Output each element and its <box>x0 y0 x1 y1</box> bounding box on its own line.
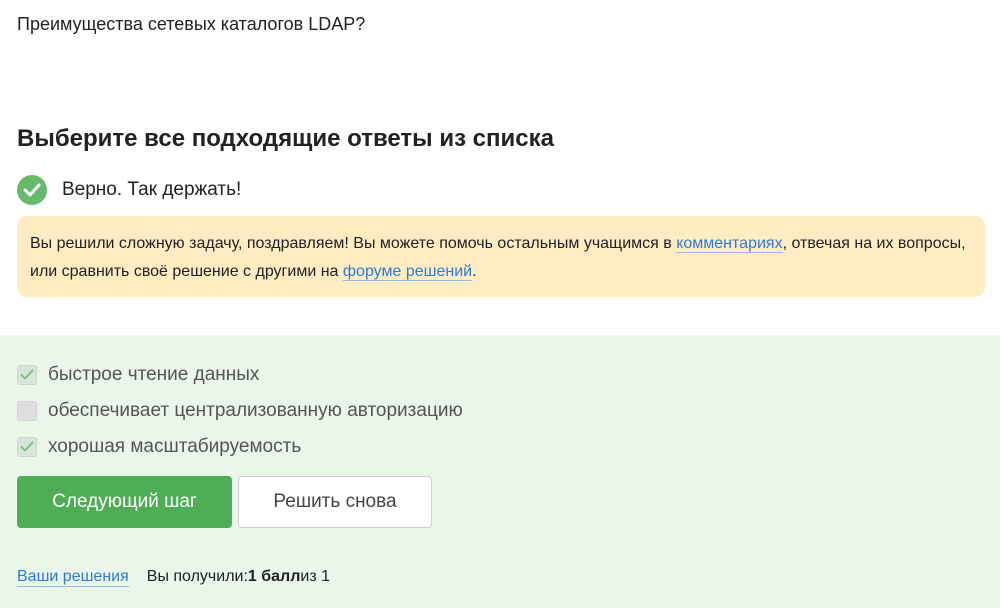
score-suffix: из 1 <box>300 568 330 585</box>
next-step-button[interactable]: Следующий шаг <box>17 476 232 528</box>
options-list: быстрое чтение данных обеспечивает центр… <box>17 357 463 465</box>
answer-area: быстрое чтение данных обеспечивает центр… <box>0 335 1000 608</box>
status-row: Верно. Так держать! <box>17 175 241 205</box>
option-checkbox[interactable] <box>17 401 37 421</box>
checkmark-icon <box>20 369 34 380</box>
option-label: обеспечивает централизованную авторизаци… <box>48 400 463 421</box>
solutions-forum-link[interactable]: форуме решений <box>342 263 473 281</box>
option-checkbox[interactable] <box>17 365 37 385</box>
your-solutions-link[interactable]: Ваши решения <box>17 568 129 587</box>
comments-link[interactable]: комментариях <box>676 235 783 253</box>
option-item[interactable]: хорошая масштабируемость <box>17 429 463 465</box>
status-text: Верно. Так держать! <box>62 179 242 200</box>
notice-text-part3: . <box>472 263 477 280</box>
footer-row: Ваши решения Вы получили: 1 балл из 1 <box>17 568 330 587</box>
option-label: быстрое чтение данных <box>48 364 260 385</box>
instruction-heading: Выберите все подходящие ответы из списка <box>17 125 554 152</box>
notice-text-part1: Вы решили сложную задачу, поздравляем! В… <box>30 235 677 252</box>
option-item[interactable]: обеспечивает централизованную авторизаци… <box>17 393 463 429</box>
option-item[interactable]: быстрое чтение данных <box>17 357 463 393</box>
option-label: хорошая масштабируемость <box>48 436 302 457</box>
score-prefix: Вы получили: <box>146 568 248 585</box>
score-value: 1 балл <box>247 568 301 585</box>
retry-button[interactable]: Решить снова <box>238 476 432 528</box>
question-text: Преимущества сетевых каталогов LDAP? <box>17 14 366 34</box>
check-circle-icon <box>17 175 47 205</box>
congrats-notice: Вы решили сложную задачу, поздравляем! В… <box>17 216 985 297</box>
checkmark-icon <box>20 441 34 452</box>
option-checkbox[interactable] <box>17 437 37 457</box>
